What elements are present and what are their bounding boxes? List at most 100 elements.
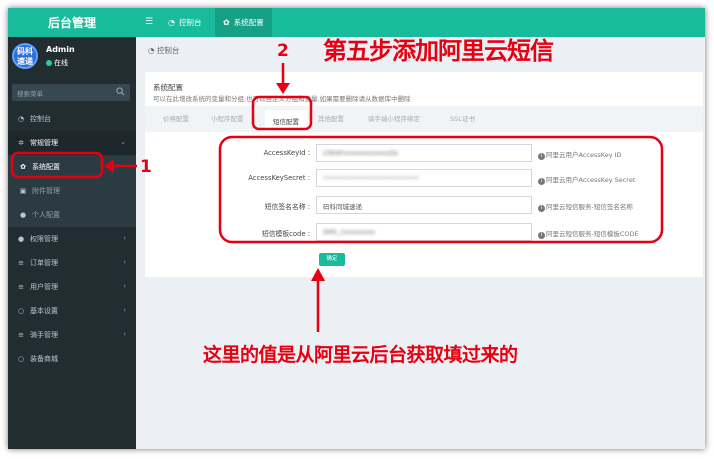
sms-sign-name-input[interactable]: 码科同城速递: [316, 196, 532, 214]
field-value: SMS_1xxxxxxxx: [323, 228, 376, 236]
tab-rider-miniprogram-binding[interactable]: 骑手端小程序绑定: [368, 113, 420, 123]
avatar-text-line1: 码科: [17, 47, 33, 56]
annotation-step1: 1: [140, 157, 152, 177]
field-help-text: 阿里云用户AccessKey ID: [546, 151, 622, 159]
panel-title: 系统配置: [153, 83, 183, 92]
dashboard-icon: ◔: [168, 18, 175, 27]
field-help-text: 阿里云用户AccessKey Secret: [546, 176, 636, 184]
sidebar-item-users[interactable]: ≡ 用户管理 ‹: [8, 275, 136, 299]
tab-miniprogram-config[interactable]: 小程序配置: [211, 113, 244, 123]
tab-system-config[interactable]: ✿ 系统配置: [215, 8, 272, 37]
list-icon: ≡: [18, 331, 24, 339]
user-icon: ●: [19, 211, 27, 219]
list-icon: ≡: [18, 259, 24, 267]
field-help: i 阿里云用户AccessKey Secret: [538, 174, 635, 185]
chevron-left-icon: ‹: [123, 234, 126, 242]
field-help: i 阿里云短信服务-短信模板CODE: [538, 228, 639, 239]
field-label: AccessKeyId :: [263, 149, 310, 157]
avatar-text-line2: 速递: [17, 57, 33, 66]
info-icon: i: [538, 232, 545, 239]
chevron-left-icon: ‹: [123, 282, 126, 290]
tab-ssl-cert[interactable]: SSL证书: [450, 113, 475, 123]
tab-price-config[interactable]: 价格配置: [163, 113, 189, 123]
form-row-accesskeyid: AccessKeyId : LTAI4FxxxxxxxxxxxxZe i 阿里云用…: [145, 144, 703, 164]
sidebar-item-orders[interactable]: ≡ 订单管理 ‹: [8, 251, 136, 275]
sidebar-item-label: 用户管理: [30, 283, 58, 291]
form-row-sms-template-code: 短信模板code : SMS_1xxxxxxxx i 阿里云短信服务-短信模板CO…: [145, 223, 703, 243]
circle-icon: ○: [17, 355, 25, 363]
sidebar-item-label: 骑手管理: [30, 331, 58, 339]
menu-toggle-icon[interactable]: ☰: [145, 17, 155, 27]
field-value: 码科同城速递: [323, 203, 362, 211]
user-panel: 码科 速递 Admin 在线: [8, 37, 136, 80]
sidebar-item-label: 基本设置: [30, 307, 58, 315]
user-name: Admin: [46, 45, 75, 54]
dashboard-icon: ◔: [148, 46, 157, 55]
sidebar-item-equipment-store[interactable]: ○ 装备商城: [8, 347, 136, 371]
config-tabs: 价格配置 小程序配置 短信配置 其他配置 骑手端小程序绑定 SSL证书: [145, 106, 703, 132]
sidebar-item-label: 附件管理: [32, 187, 60, 195]
gear-icon: ✿: [20, 163, 26, 171]
sidebar-menu: ◔ 控制台 ✲ 常规管理 ⌄ ✿ 系统配置 ▣ 附件管理 ● 个人配置 ● 权限管理 ‹ ≡ 订单…: [8, 107, 136, 371]
tab-label: 系统配置: [233, 18, 264, 27]
app-window: 后台管理 码科 速递 Admin 在线 搜索菜单 ◔ 控制台 ✲ 常规管理 ⌄ ✿ 系统…: [8, 8, 705, 449]
tab-other-config[interactable]: 其他配置: [318, 113, 344, 123]
annotation-step2: 2: [277, 41, 289, 61]
search-placeholder: 搜索菜单: [17, 90, 43, 98]
breadcrumb-label: 控制台: [156, 46, 180, 55]
dashboard-icon: ◔: [17, 115, 25, 123]
info-icon: i: [538, 153, 545, 160]
accesskeysecret-input[interactable]: •••••••••••••••••••••••••: [316, 169, 532, 187]
user-status-text: 在线: [54, 59, 68, 67]
chevron-left-icon: ‹: [123, 330, 126, 338]
form-row-accesskeysecret: AccessKeySecret : ••••••••••••••••••••••…: [145, 169, 703, 189]
config-panel: 系统配置 可以在此增改系统的变量和分组,也可以自定义分组和变量,如果需要删除请从…: [145, 72, 703, 277]
form-row-sms-sign-name: 短信签名名称 : 码科同城速递 i 阿里云短信服务-短信签名名称: [145, 196, 703, 216]
avatar: 码科 速递: [12, 43, 38, 69]
sidebar-item-dashboard[interactable]: ◔ 控制台: [8, 107, 136, 131]
annotation-title: 第五步添加阿里云短信: [323, 37, 554, 65]
sms-template-code-input[interactable]: SMS_1xxxxxxxx: [316, 223, 532, 241]
submit-button[interactable]: 确定: [319, 253, 345, 266]
field-help-text: 阿里云短信服务-短信模板CODE: [546, 230, 639, 238]
file-image-icon: ▣: [19, 187, 27, 195]
field-value: •••••••••••••••••••••••••: [323, 174, 419, 182]
sidebar-item-permissions[interactable]: ● 权限管理 ‹: [8, 227, 136, 251]
field-label: 短信模板code :: [261, 230, 310, 238]
sidebar-item-label: 系统配置: [32, 163, 60, 171]
sidebar-item-basic-settings[interactable]: ○ 基本设置 ‹: [8, 299, 136, 323]
info-icon: i: [538, 205, 545, 212]
field-label: 短信签名名称 :: [264, 203, 310, 211]
field-help: i 阿里云短信服务-短信签名名称: [538, 201, 633, 212]
sidebar-item-label: 装备商城: [30, 355, 58, 363]
tab-dashboard[interactable]: ◔ 控制台: [160, 8, 209, 37]
panel-subtitle: 可以在此增改系统的变量和分组,也可以自定义分组和变量,如果需要删除请从数据库中删…: [153, 95, 411, 103]
sidebar-item-riders[interactable]: ≡ 骑手管理 ‹: [8, 323, 136, 347]
sidebar-item-label: 常规管理: [30, 139, 58, 147]
field-help: i 阿里云用户AccessKey ID: [538, 149, 622, 160]
user-status: 在线: [46, 58, 68, 68]
sidebar-item-system-config[interactable]: ✿ 系统配置: [8, 155, 136, 179]
sidebar-item-attachments[interactable]: ▣ 附件管理: [8, 179, 136, 203]
chevron-down-icon: ⌄: [120, 138, 126, 146]
sidebar-item-label: 控制台: [30, 115, 51, 123]
sidebar-item-profile[interactable]: ● 个人配置: [8, 203, 136, 227]
sidebar-item-general[interactable]: ✲ 常规管理 ⌄: [8, 131, 136, 155]
field-help-text: 阿里云短信服务-短信签名名称: [546, 203, 633, 211]
brand-logo[interactable]: 后台管理: [8, 8, 136, 37]
info-icon: i: [538, 178, 545, 185]
sidebar-search-input[interactable]: 搜索菜单: [12, 84, 130, 101]
chevron-left-icon: ‹: [123, 258, 126, 266]
breadcrumb[interactable]: ◔ 控制台: [148, 45, 179, 56]
search-icon[interactable]: [116, 87, 125, 96]
online-dot-icon: [46, 60, 52, 66]
sidebar-item-label: 权限管理: [30, 235, 58, 243]
chevron-left-icon: ‹: [123, 306, 126, 314]
accesskeyid-input[interactable]: LTAI4FxxxxxxxxxxxxZe: [316, 144, 532, 162]
group-icon: ●: [17, 235, 25, 243]
tab-sms-config[interactable]: 短信配置: [265, 110, 307, 132]
field-label: AccessKeySecret :: [248, 174, 310, 182]
list-icon: ≡: [18, 283, 24, 291]
sidebar-item-label: 订单管理: [30, 259, 58, 267]
tab-label: 控制台: [178, 18, 202, 27]
